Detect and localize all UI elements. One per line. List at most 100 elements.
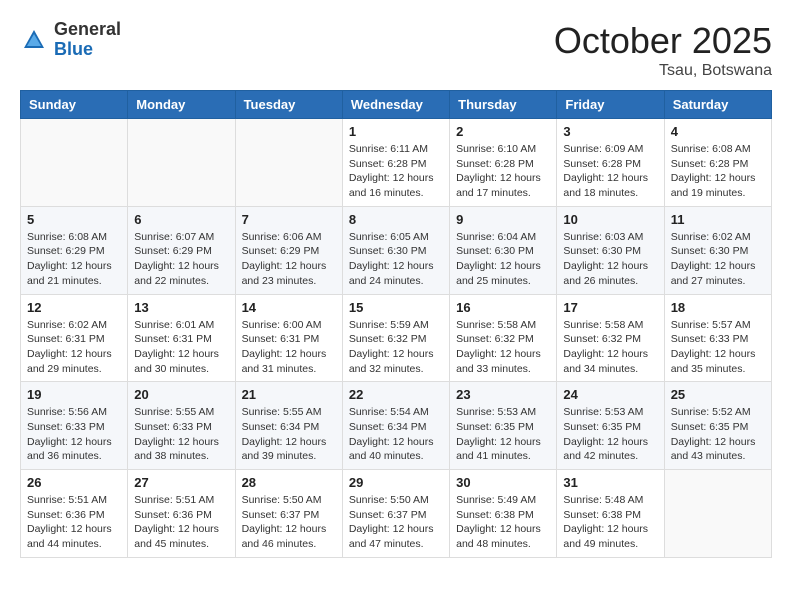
day-info: Sunrise: 6:07 AM Sunset: 6:29 PM Dayligh… <box>134 230 228 289</box>
day-number: 4 <box>671 124 765 139</box>
calendar-cell: 24 Sunrise: 5:53 AM Sunset: 6:35 PM Dayli… <box>557 382 664 470</box>
day-number: 7 <box>242 212 336 227</box>
calendar-cell: 17Sunrise: 5:58 AM Sunset: 6:32 PM Dayli… <box>557 294 664 382</box>
calendar-week-row: 5 Sunrise: 6:08 AM Sunset: 6:29 PM Daylig… <box>21 206 772 294</box>
day-number: 8 <box>349 212 443 227</box>
day-info: Sunrise: 5:55 AM Sunset: 6:34 PM Dayligh… <box>242 405 336 464</box>
calendar-week-row: 26 Sunrise: 5:51 AM Sunset: 6:36 PM Dayli… <box>21 470 772 558</box>
day-info: Sunrise: 5:51 AM Sunset: 6:36 PM Dayligh… <box>27 493 121 552</box>
day-info: Sunrise: 5:54 AM Sunset: 6:34 PM Dayligh… <box>349 405 443 464</box>
day-number: 12 <box>27 300 121 315</box>
weekday-header-row: SundayMondayTuesdayWednesdayThursdayFrid… <box>21 91 772 119</box>
calendar-cell <box>664 470 771 558</box>
day-info: Sunrise: 5:56 AM Sunset: 6:33 PM Dayligh… <box>27 405 121 464</box>
day-number: 24 <box>563 387 657 402</box>
calendar-cell: 4 Sunrise: 6:08 AM Sunset: 6:28 PM Daylig… <box>664 119 771 207</box>
logo-general: General <box>54 19 121 39</box>
weekday-header-thursday: Thursday <box>450 91 557 119</box>
day-number: 25 <box>671 387 765 402</box>
day-number: 15 <box>349 300 443 315</box>
calendar-cell: 23 Sunrise: 5:53 AM Sunset: 6:35 PM Dayli… <box>450 382 557 470</box>
weekday-header-friday: Friday <box>557 91 664 119</box>
calendar-cell: 16Sunrise: 5:58 AM Sunset: 6:32 PM Dayli… <box>450 294 557 382</box>
day-info: Sunrise: 5:53 AM Sunset: 6:35 PM Dayligh… <box>456 405 550 464</box>
calendar-cell: 2Sunrise: 6:10 AM Sunset: 6:28 PM Daylig… <box>450 119 557 207</box>
calendar-cell: 27 Sunrise: 5:51 AM Sunset: 6:36 PM Dayli… <box>128 470 235 558</box>
calendar-cell: 26 Sunrise: 5:51 AM Sunset: 6:36 PM Dayli… <box>21 470 128 558</box>
calendar-cell: 6 Sunrise: 6:07 AM Sunset: 6:29 PM Daylig… <box>128 206 235 294</box>
day-number: 13 <box>134 300 228 315</box>
day-number: 28 <box>242 475 336 490</box>
day-number: 11 <box>671 212 765 227</box>
day-number: 27 <box>134 475 228 490</box>
calendar-cell: 28 Sunrise: 5:50 AM Sunset: 6:37 PM Dayli… <box>235 470 342 558</box>
calendar-cell: 1 Sunrise: 6:11 AM Sunset: 6:28 PM Daylig… <box>342 119 449 207</box>
day-number: 21 <box>242 387 336 402</box>
day-info: Sunrise: 6:03 AM Sunset: 6:30 PM Dayligh… <box>563 230 657 289</box>
day-number: 6 <box>134 212 228 227</box>
day-number: 3 <box>563 124 657 139</box>
weekday-header-tuesday: Tuesday <box>235 91 342 119</box>
calendar-table: SundayMondayTuesdayWednesdayThursdayFrid… <box>20 90 772 558</box>
calendar-cell: 3Sunrise: 6:09 AM Sunset: 6:28 PM Daylig… <box>557 119 664 207</box>
day-info: Sunrise: 5:53 AM Sunset: 6:35 PM Dayligh… <box>563 405 657 464</box>
calendar-cell: 9Sunrise: 6:04 AM Sunset: 6:30 PM Daylig… <box>450 206 557 294</box>
calendar-week-row: 1 Sunrise: 6:11 AM Sunset: 6:28 PM Daylig… <box>21 119 772 207</box>
day-info: Sunrise: 5:55 AM Sunset: 6:33 PM Dayligh… <box>134 405 228 464</box>
calendar-cell: 13Sunrise: 6:01 AM Sunset: 6:31 PM Dayli… <box>128 294 235 382</box>
day-info: Sunrise: 5:49 AM Sunset: 6:38 PM Dayligh… <box>456 493 550 552</box>
day-info: Sunrise: 6:08 AM Sunset: 6:28 PM Dayligh… <box>671 142 765 201</box>
month-title: October 2025 <box>554 20 772 62</box>
weekday-header-sunday: Sunday <box>21 91 128 119</box>
day-number: 18 <box>671 300 765 315</box>
calendar-cell: 12 Sunrise: 6:02 AM Sunset: 6:31 PM Dayli… <box>21 294 128 382</box>
day-info: Sunrise: 5:51 AM Sunset: 6:36 PM Dayligh… <box>134 493 228 552</box>
day-info: Sunrise: 6:02 AM Sunset: 6:30 PM Dayligh… <box>671 230 765 289</box>
day-number: 31 <box>563 475 657 490</box>
day-number: 22 <box>349 387 443 402</box>
day-info: Sunrise: 5:50 AM Sunset: 6:37 PM Dayligh… <box>242 493 336 552</box>
day-number: 10 <box>563 212 657 227</box>
logo-text: General Blue <box>54 20 121 60</box>
calendar-cell: 5 Sunrise: 6:08 AM Sunset: 6:29 PM Daylig… <box>21 206 128 294</box>
day-info: Sunrise: 6:11 AM Sunset: 6:28 PM Dayligh… <box>349 142 443 201</box>
day-info: Sunrise: 6:08 AM Sunset: 6:29 PM Dayligh… <box>27 230 121 289</box>
day-info: Sunrise: 5:52 AM Sunset: 6:35 PM Dayligh… <box>671 405 765 464</box>
calendar-cell <box>128 119 235 207</box>
calendar-cell: 14Sunrise: 6:00 AM Sunset: 6:31 PM Dayli… <box>235 294 342 382</box>
calendar-cell: 19 Sunrise: 5:56 AM Sunset: 6:33 PM Dayli… <box>21 382 128 470</box>
day-info: Sunrise: 5:58 AM Sunset: 6:32 PM Dayligh… <box>563 318 657 377</box>
day-info: Sunrise: 5:48 AM Sunset: 6:38 PM Dayligh… <box>563 493 657 552</box>
calendar-cell <box>21 119 128 207</box>
day-info: Sunrise: 6:02 AM Sunset: 6:31 PM Dayligh… <box>27 318 121 377</box>
day-info: Sunrise: 6:06 AM Sunset: 6:29 PM Dayligh… <box>242 230 336 289</box>
day-number: 1 <box>349 124 443 139</box>
calendar-cell: 21 Sunrise: 5:55 AM Sunset: 6:34 PM Dayli… <box>235 382 342 470</box>
calendar-cell: 7 Sunrise: 6:06 AM Sunset: 6:29 PM Daylig… <box>235 206 342 294</box>
day-number: 29 <box>349 475 443 490</box>
weekday-header-saturday: Saturday <box>664 91 771 119</box>
calendar-week-row: 12 Sunrise: 6:02 AM Sunset: 6:31 PM Dayli… <box>21 294 772 382</box>
page-header: General Blue October 2025 Tsau, Botswana <box>20 20 772 80</box>
weekday-header-monday: Monday <box>128 91 235 119</box>
calendar-cell: 18 Sunrise: 5:57 AM Sunset: 6:33 PM Dayli… <box>664 294 771 382</box>
day-number: 20 <box>134 387 228 402</box>
title-block: October 2025 Tsau, Botswana <box>554 20 772 80</box>
day-info: Sunrise: 6:04 AM Sunset: 6:30 PM Dayligh… <box>456 230 550 289</box>
calendar-cell: 31 Sunrise: 5:48 AM Sunset: 6:38 PM Dayli… <box>557 470 664 558</box>
calendar-cell: 20 Sunrise: 5:55 AM Sunset: 6:33 PM Dayli… <box>128 382 235 470</box>
day-info: Sunrise: 6:05 AM Sunset: 6:30 PM Dayligh… <box>349 230 443 289</box>
day-number: 16 <box>456 300 550 315</box>
calendar-cell: 22 Sunrise: 5:54 AM Sunset: 6:34 PM Dayli… <box>342 382 449 470</box>
day-number: 14 <box>242 300 336 315</box>
logo-blue: Blue <box>54 39 93 59</box>
calendar-cell: 8 Sunrise: 6:05 AM Sunset: 6:30 PM Daylig… <box>342 206 449 294</box>
day-number: 23 <box>456 387 550 402</box>
day-info: Sunrise: 5:57 AM Sunset: 6:33 PM Dayligh… <box>671 318 765 377</box>
day-number: 19 <box>27 387 121 402</box>
day-number: 5 <box>27 212 121 227</box>
day-number: 26 <box>27 475 121 490</box>
calendar-cell <box>235 119 342 207</box>
calendar-cell: 25 Sunrise: 5:52 AM Sunset: 6:35 PM Dayli… <box>664 382 771 470</box>
day-number: 2 <box>456 124 550 139</box>
